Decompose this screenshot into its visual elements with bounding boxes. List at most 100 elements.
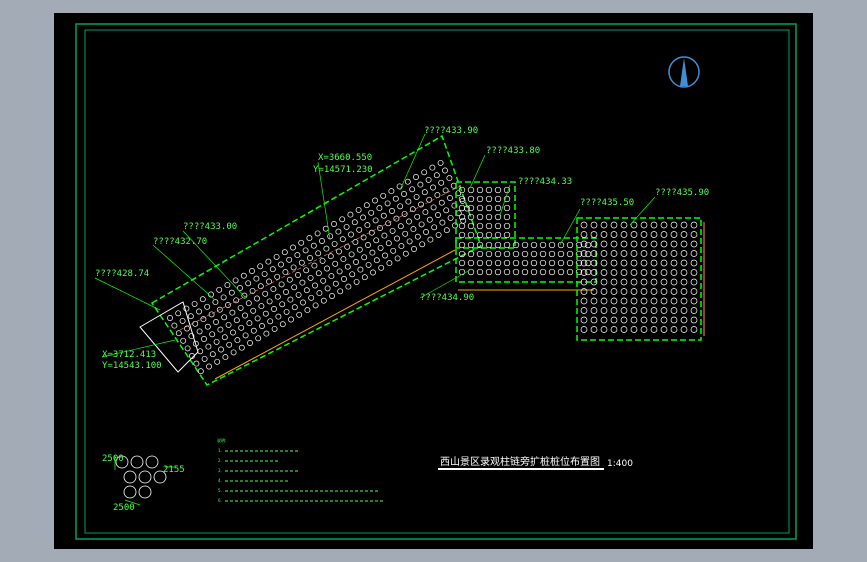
pile-circle xyxy=(386,260,393,267)
pile-circle xyxy=(557,259,565,267)
pile-circle xyxy=(660,297,668,305)
pile-circle xyxy=(337,288,344,295)
pile-circle xyxy=(467,241,475,249)
pile-circle xyxy=(274,273,281,280)
pile-circle xyxy=(512,259,520,267)
pile-circle xyxy=(610,259,618,267)
pile-circle xyxy=(610,231,618,238)
pile-circle xyxy=(494,231,502,239)
pile-circle xyxy=(447,214,454,221)
pile-circle xyxy=(320,297,327,304)
pile-circle xyxy=(467,186,475,194)
pile-circle xyxy=(263,330,270,337)
pile-circle xyxy=(494,222,502,230)
pile-circle xyxy=(640,307,648,314)
pile-circle xyxy=(361,254,368,261)
pile-circle xyxy=(167,315,173,321)
pile-circle xyxy=(650,316,658,324)
pile-circle xyxy=(485,268,493,276)
pile-circle xyxy=(680,326,688,333)
pile-circle xyxy=(660,288,668,295)
pile-circle xyxy=(418,221,425,228)
pile-circle xyxy=(180,337,187,344)
pile-circle xyxy=(327,233,334,240)
pile-circle xyxy=(640,288,648,295)
pile-circle xyxy=(339,216,346,223)
pile-circle xyxy=(503,204,511,212)
coord-bottom-x: X=3712.413 xyxy=(102,350,156,360)
pile-circle xyxy=(630,231,638,238)
pile-circle xyxy=(327,253,334,260)
pile-circle xyxy=(512,268,520,276)
pile-circle xyxy=(458,213,466,221)
pile-circle xyxy=(401,191,407,197)
pile-circle xyxy=(274,293,281,300)
pile-circle xyxy=(421,189,428,196)
pile-circle xyxy=(249,268,255,274)
pile-circle xyxy=(670,297,678,305)
pile-circle xyxy=(376,205,383,212)
pile-circle xyxy=(193,360,200,367)
pile-circle xyxy=(476,268,484,276)
note-item-3: 3. xyxy=(218,468,222,473)
pile-circle xyxy=(373,237,380,244)
pile-circle xyxy=(308,294,315,301)
pile-circle xyxy=(690,326,698,333)
pile-circle xyxy=(402,230,409,237)
pile-circle xyxy=(397,203,404,210)
elevation-label-7: ????432.70 xyxy=(153,237,207,247)
pile-circle xyxy=(485,231,493,239)
pile-circle xyxy=(620,269,628,276)
pile-circle xyxy=(356,246,363,253)
pile-circle xyxy=(640,316,648,324)
pile-circle xyxy=(307,274,314,281)
pile-circle xyxy=(427,236,434,243)
pile-circle xyxy=(233,317,240,324)
pile-circle xyxy=(680,269,688,276)
pile-circle xyxy=(650,307,658,314)
pile-circle xyxy=(494,268,502,276)
pile-circle xyxy=(620,326,628,333)
pile-circle xyxy=(299,279,306,286)
pile-circle xyxy=(670,278,678,286)
pile-circle xyxy=(241,292,248,299)
pile-circle xyxy=(370,269,376,276)
pile-circle xyxy=(476,222,484,230)
pile-circle xyxy=(670,269,678,276)
pile-circle xyxy=(439,219,446,226)
pile-circle xyxy=(315,250,322,257)
pile-circle xyxy=(267,318,274,325)
right-pile-grid xyxy=(580,221,698,333)
pile-circle xyxy=(421,169,428,176)
pile-circle xyxy=(690,307,698,314)
pile-circle xyxy=(303,267,310,274)
pile-circle xyxy=(610,278,618,286)
pile-circle xyxy=(288,316,294,323)
pile-circle xyxy=(494,186,502,194)
pile-circle xyxy=(275,313,282,320)
pile-circle xyxy=(348,251,355,258)
pile-circle xyxy=(270,286,277,293)
pile-circle xyxy=(184,345,191,352)
pile-circle xyxy=(476,186,484,194)
pile-circle xyxy=(419,241,426,248)
pile-circle xyxy=(437,159,444,166)
pile-circle xyxy=(411,246,417,252)
pile-circle xyxy=(467,222,475,230)
note-item-6: 6. xyxy=(218,498,222,503)
pile-circle xyxy=(476,213,484,221)
pile-circle xyxy=(467,250,475,258)
pile-circle xyxy=(660,307,668,314)
pile-circle xyxy=(485,241,493,249)
pile-circle xyxy=(389,208,395,214)
pile-circle xyxy=(557,268,565,276)
pile-circle xyxy=(372,217,379,224)
pile-circle xyxy=(394,235,400,242)
pile-circle xyxy=(278,281,285,288)
pile-circle xyxy=(397,223,404,230)
pile-circle xyxy=(314,230,321,237)
pile-circle xyxy=(380,192,387,199)
pile-circle xyxy=(620,297,628,305)
pile-circle xyxy=(364,222,371,229)
pile-circle xyxy=(503,241,511,249)
